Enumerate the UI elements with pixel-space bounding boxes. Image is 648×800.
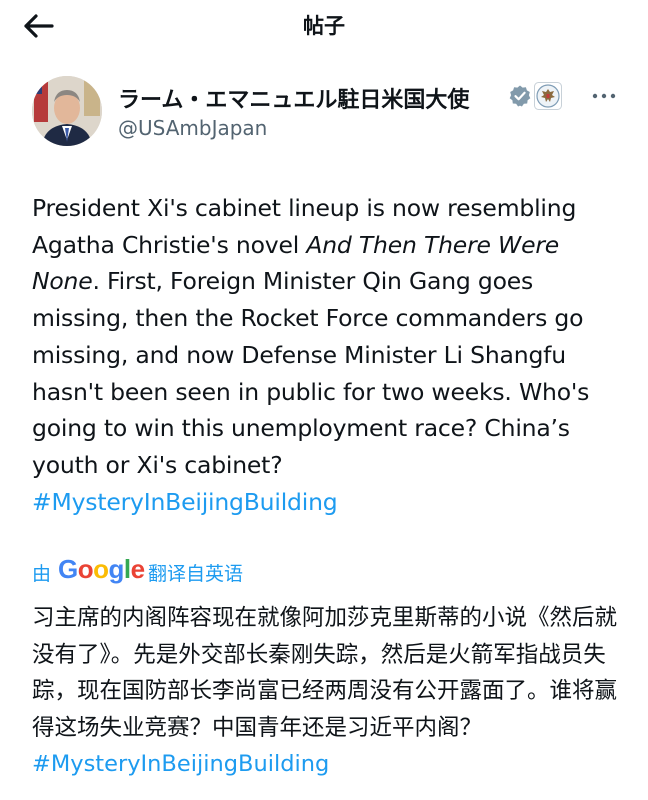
top-bar: 帖子 xyxy=(0,0,648,52)
translation-attribution: 由 Google 翻译自英语 xyxy=(32,554,332,586)
translated-text: 习主席的内阁阵容现在就像阿加莎克里斯蒂的小说《然后就没有了》。先是外交部长秦刚失… xyxy=(32,600,622,783)
more-options-button[interactable] xyxy=(588,86,620,106)
display-name[interactable]: ラーム・エマニュエル駐日米国大使 xyxy=(118,82,469,114)
translated-from-label[interactable]: 翻译自英语 xyxy=(148,559,243,586)
avatar[interactable] xyxy=(32,76,102,146)
us-government-seal-icon xyxy=(534,82,562,110)
hashtag-link[interactable]: #MysteryInBeijingBuilding xyxy=(32,488,338,516)
verified-badge-icon xyxy=(509,85,531,107)
translated-text-body: 习主席的内阁阵容现在就像阿加莎克里斯蒂的小说《然后就没有了》。先是外交部长秦刚失… xyxy=(32,605,618,741)
tweet-text: President Xi's cabinet lineup is now res… xyxy=(32,190,622,520)
tweet-text-part2: . First, Foreign Minister Qin Gang goes … xyxy=(32,267,590,479)
tweet-author: ラーム・エマニュエル駐日米国大使 @USAmbJapan xyxy=(32,76,622,152)
google-logo: Google xyxy=(58,554,145,584)
translation-by-label: 由 xyxy=(32,563,52,585)
more-options-icon xyxy=(592,93,616,99)
page-title: 帖子 xyxy=(303,14,345,38)
avatar-photo xyxy=(32,76,102,146)
translated-hashtag-link[interactable]: #MysteryInBeijingBuilding xyxy=(32,751,329,777)
user-handle[interactable]: @USAmbJapan xyxy=(118,116,267,140)
